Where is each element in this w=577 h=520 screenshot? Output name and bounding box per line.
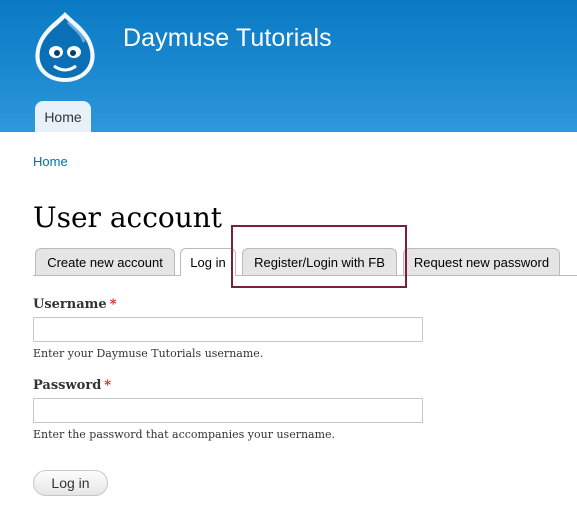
tab-register-login-fb[interactable]: Register/Login with FB — [242, 248, 397, 275]
site-name[interactable]: Daymuse Tutorials — [123, 24, 332, 53]
log-in-button[interactable]: Log in — [33, 470, 108, 496]
nav-tab-home[interactable]: Home — [35, 101, 91, 132]
password-label: Password * — [33, 378, 111, 393]
tab-log-in[interactable]: Log in — [180, 248, 236, 276]
username-input[interactable] — [33, 317, 423, 342]
tabs-divider — [33, 275, 577, 276]
tab-create-new-account[interactable]: Create new account — [35, 248, 175, 275]
password-label-text: Password — [33, 378, 102, 393]
tab-request-new-password[interactable]: Request new password — [403, 248, 560, 275]
required-marker: * — [104, 378, 112, 393]
username-label-text: Username — [33, 297, 107, 312]
site-header: Daymuse Tutorials Home — [0, 0, 577, 132]
required-marker: * — [109, 297, 117, 312]
username-label: Username * — [33, 297, 117, 312]
password-description: Enter the password that accompanies your… — [33, 428, 336, 441]
drupal-drop-icon[interactable] — [30, 10, 100, 84]
username-description: Enter your Daymuse Tutorials username. — [33, 347, 264, 360]
page-title: User account — [33, 201, 223, 234]
password-input[interactable] — [33, 398, 423, 423]
breadcrumb-home-link[interactable]: Home — [33, 154, 68, 169]
